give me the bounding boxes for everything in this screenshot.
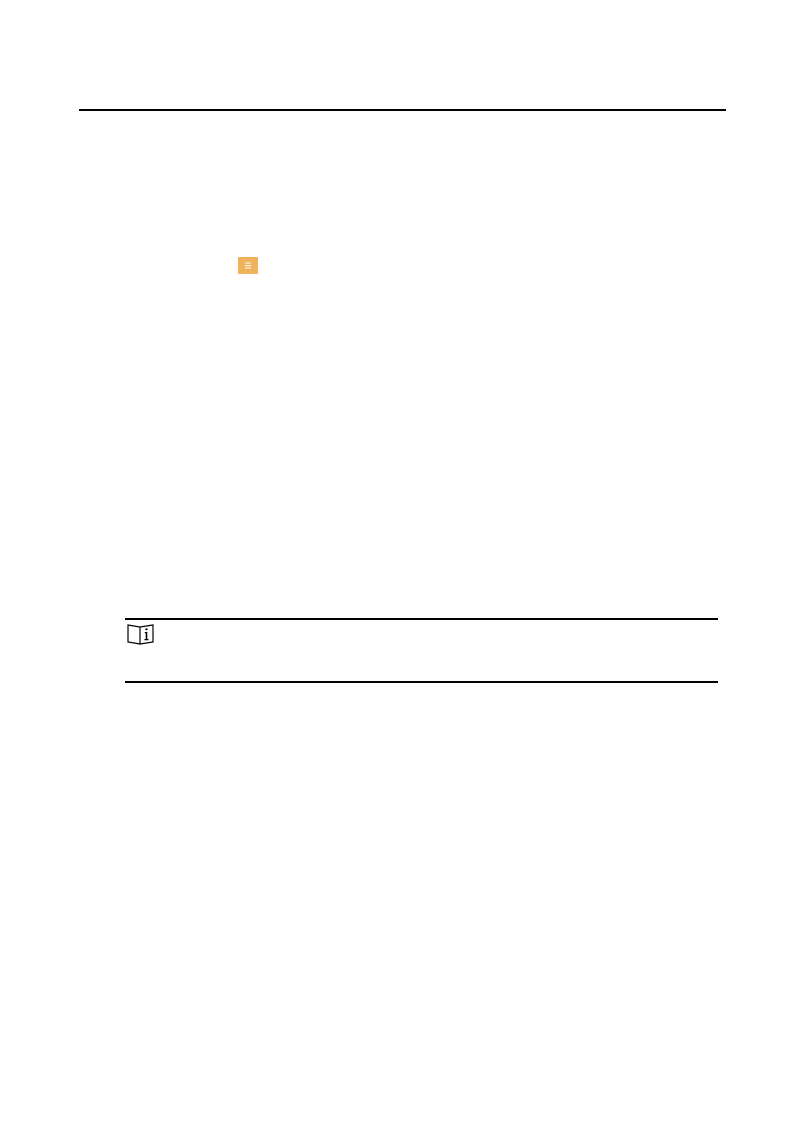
note-bottom-rule [125,681,718,683]
note-top-rule [125,618,718,620]
menu-icon [238,257,258,274]
note-book-info-icon [126,623,156,645]
menu-icon-glyph [245,262,251,269]
header-rule [79,109,726,111]
